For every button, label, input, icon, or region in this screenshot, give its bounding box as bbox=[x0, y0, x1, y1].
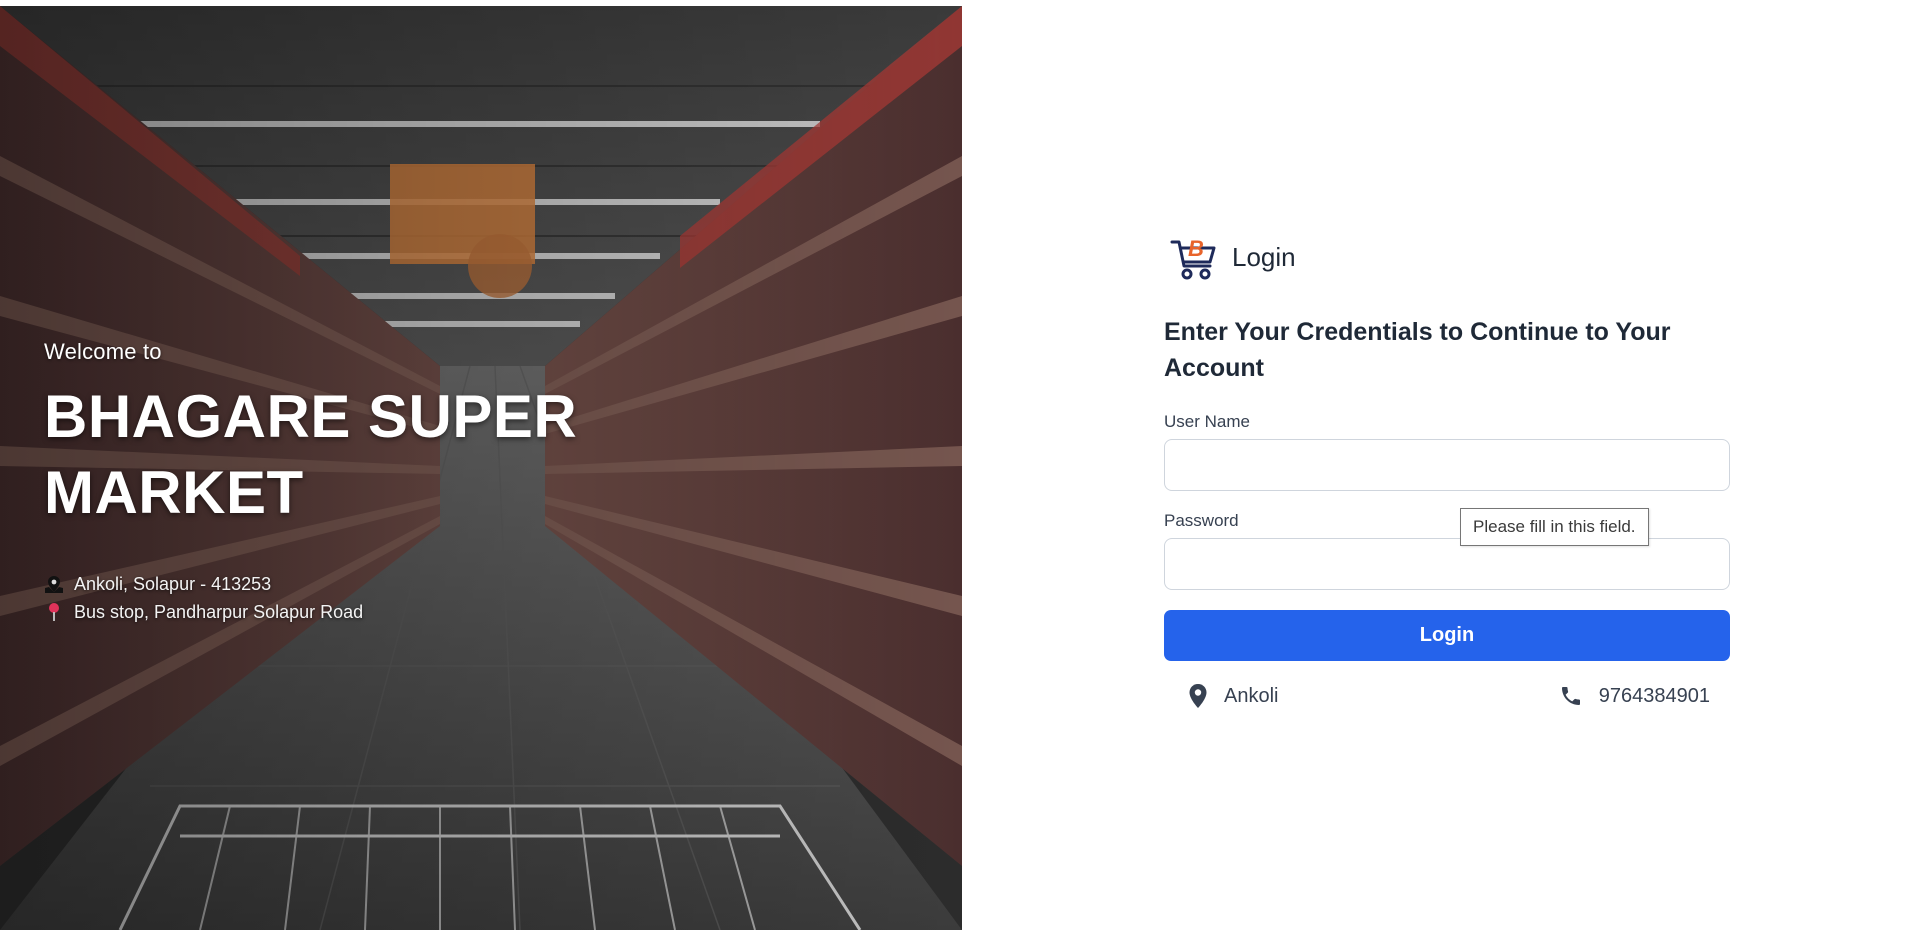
username-input[interactable] bbox=[1164, 439, 1730, 491]
login-subtitle: Enter Your Credentials to Continue to Yo… bbox=[1164, 318, 1671, 382]
login-button[interactable]: Login bbox=[1164, 610, 1730, 661]
address-line-2-text: Bus stop, Pandharpur Solapur Road bbox=[74, 601, 364, 622]
brand-line-1: BHAGARE SUPER bbox=[44, 383, 578, 450]
username-label: User Name bbox=[1164, 412, 1250, 431]
hero-panel: Welcome to BHAGARE SUPER MARKET Ankoli, … bbox=[0, 6, 962, 930]
phone-number: 9764384901 bbox=[1598, 684, 1710, 707]
map-icon bbox=[44, 573, 64, 595]
brand-line-2: MARKET bbox=[44, 459, 304, 526]
address-line-1-text: Ankoli, Solapur - 413253 bbox=[74, 573, 272, 594]
login-page: Welcome to BHAGARE SUPER MARKET Ankoli, … bbox=[0, 0, 1909, 930]
address-line-1: Ankoli, Solapur - 413253 bbox=[44, 573, 604, 595]
address-line-2: Bus stop, Pandharpur Solapur Road bbox=[44, 601, 604, 623]
validation-tooltip: Please fill in this field. bbox=[1460, 508, 1649, 546]
location-info: Ankoli bbox=[1188, 683, 1278, 709]
phone-info: 9764384901 bbox=[1559, 684, 1710, 708]
phone-icon bbox=[1559, 684, 1583, 708]
brand-name: BHAGARE SUPER MARKET bbox=[44, 379, 604, 531]
pushpin-icon bbox=[44, 601, 64, 623]
cart-logo-icon: B bbox=[1170, 232, 1218, 282]
location-pin-icon bbox=[1188, 683, 1208, 709]
hero-address: Ankoli, Solapur - 413253 Bus stop, Pandh… bbox=[44, 573, 604, 623]
contact-row: Ankoli 9764384901 bbox=[1164, 683, 1730, 709]
hero-content: Welcome to BHAGARE SUPER MARKET Ankoli, … bbox=[44, 339, 604, 623]
welcome-text: Welcome to bbox=[44, 339, 162, 364]
svg-text:B: B bbox=[1188, 236, 1204, 261]
login-header: B Login bbox=[1170, 232, 1730, 282]
login-title: Login bbox=[1232, 241, 1296, 272]
login-panel: B Login Enter Your Credentials to Contin… bbox=[1164, 232, 1730, 709]
location-text: Ankoli bbox=[1224, 684, 1279, 707]
